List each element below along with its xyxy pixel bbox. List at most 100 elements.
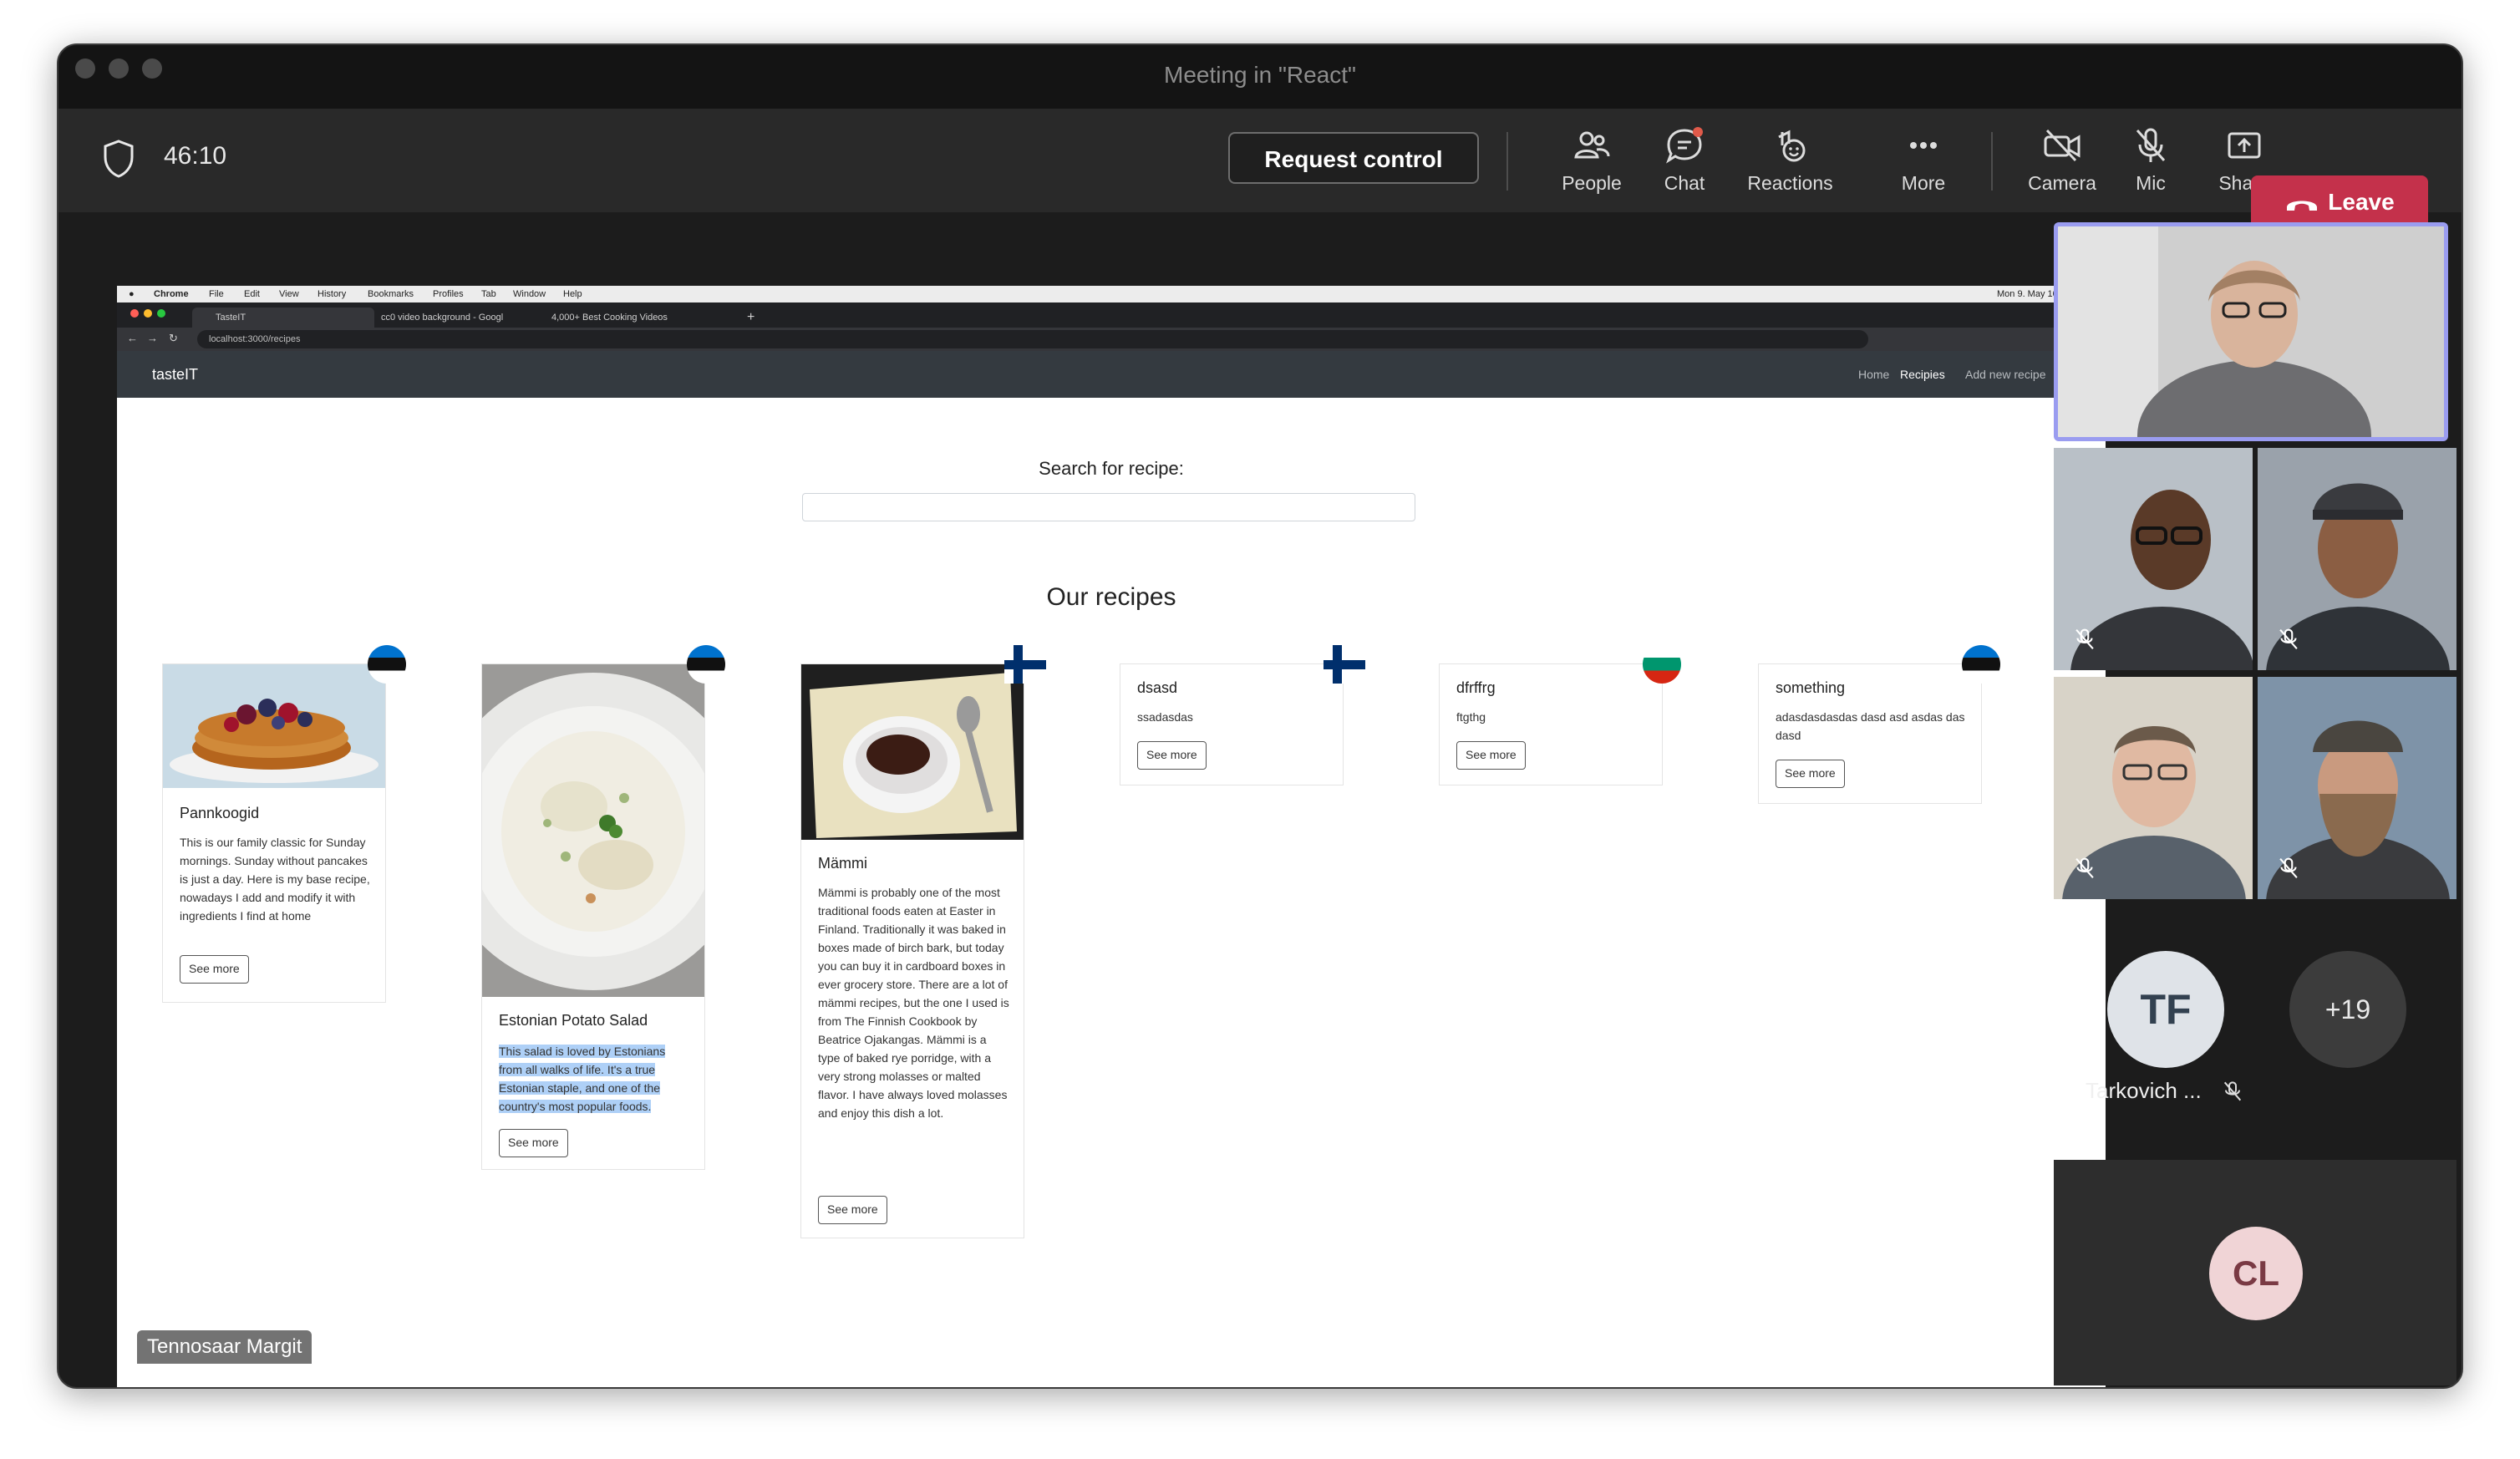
- see-more-button[interactable]: See more: [1776, 760, 1845, 788]
- recipe-description: ssadasdas: [1137, 710, 1193, 724]
- recipe-card: Estonian Potato Salad This salad is love…: [481, 663, 705, 1170]
- meeting-timer: 46:10: [164, 142, 227, 170]
- see-more-button[interactable]: See more: [180, 955, 249, 984]
- leave-button[interactable]: Leave: [2251, 175, 2428, 229]
- mic-off-icon: [2279, 628, 2298, 650]
- recipe-card: dsasd ssadasdas See more: [1120, 663, 1344, 785]
- menu-item: Help: [563, 289, 582, 299]
- forward-icon[interactable]: →: [147, 332, 158, 344]
- recipe-image-pancakes: [163, 664, 385, 788]
- see-more-button[interactable]: See more: [499, 1129, 568, 1157]
- see-more-button[interactable]: See more: [1137, 741, 1207, 770]
- recipe-description: Mämmi is probably one of the most tradit…: [818, 886, 1009, 1120]
- more-icon: [1910, 142, 1937, 149]
- section-title: Our recipes: [1046, 583, 1176, 611]
- people-button[interactable]: People: [1542, 125, 1642, 217]
- finland-flag-icon: [1324, 645, 1365, 684]
- estonia-flag-icon: [1962, 645, 2000, 684]
- browser-tab-tasteit[interactable]: TasteIT: [192, 308, 374, 328]
- estonia-flag-icon: [368, 645, 406, 684]
- menu-item: Profiles: [433, 289, 464, 299]
- more-button[interactable]: More: [1873, 125, 1974, 217]
- nav-home[interactable]: Home: [1858, 368, 1889, 381]
- menu-item: History: [318, 289, 347, 299]
- participant-tile[interactable]: CL: [2054, 1160, 2456, 1385]
- recipe-card: something adasdasdasdas dasd asd asdas d…: [1758, 663, 1982, 804]
- active-speaker-video[interactable]: [2054, 222, 2448, 441]
- toolbar-divider: [1506, 132, 1508, 191]
- recipe-title: dfrffrg: [1456, 679, 1496, 696]
- see-more-button[interactable]: See more: [1456, 741, 1526, 770]
- apple-icon: ●: [129, 289, 135, 299]
- url-field[interactable]: localhost:3000/recipes: [197, 330, 1868, 348]
- selected-text: This salad is loved by Estonians from al…: [499, 1045, 666, 1113]
- browser-tab-google[interactable]: cc0 video background - Googl: [381, 308, 531, 328]
- back-icon[interactable]: ←: [127, 332, 138, 344]
- reload-icon[interactable]: ↻: [169, 332, 178, 345]
- recipe-description: This salad is loved by Estonians from al…: [499, 1042, 691, 1116]
- mac-menu-bar: ● Chrome File Edit View History Bookmark…: [117, 286, 2106, 302]
- recipe-card: Mämmi Mämmi is probably one of the most …: [800, 663, 1024, 1238]
- window-titlebar: Meeting in "React": [58, 45, 2462, 109]
- more-participants-button[interactable]: +19: [2289, 951, 2406, 1068]
- avatar[interactable]: TF: [2107, 951, 2224, 1068]
- mic-button[interactable]: Mic: [2101, 125, 2201, 217]
- recipe-image-potato-salad: [482, 664, 704, 997]
- participant-video-tile[interactable]: [2258, 677, 2456, 899]
- chat-icon: [1666, 127, 1703, 164]
- leave-label: Leave: [2328, 189, 2395, 215]
- participant-video-tile[interactable]: [2054, 448, 2253, 670]
- new-tab-icon[interactable]: +: [747, 308, 754, 328]
- mic-off-icon: [2075, 628, 2094, 650]
- reactions-button[interactable]: Reactions: [1734, 125, 1847, 217]
- request-control-button[interactable]: Request control: [1228, 132, 1479, 184]
- recipe-title: dsasd: [1137, 679, 1178, 696]
- participant-video-tile[interactable]: [2054, 677, 2253, 899]
- toolbar-divider: [1991, 132, 1993, 191]
- browser-zoom-dot: [157, 309, 165, 318]
- browser-tab-strip: TasteIT cc0 video background - Googl 4,0…: [117, 302, 2106, 328]
- bulgaria-flag-icon: [1643, 645, 1681, 684]
- recipe-title: Estonian Potato Salad: [499, 1012, 648, 1029]
- browser-minimize-dot: [144, 309, 152, 318]
- menu-item: Window: [513, 289, 546, 299]
- more-label: More: [1901, 172, 1946, 194]
- recipe-description: adasdasdasdas dasd asd asdas das dasd: [1776, 710, 1965, 742]
- nav-recipies[interactable]: Recipies: [1900, 368, 1945, 381]
- menu-item: Edit: [244, 289, 260, 299]
- recipe-card: Pannkoogid This is our family classic fo…: [162, 663, 386, 1003]
- app-navbar: tasteIT Home Recipies Add new recipe: [117, 351, 2106, 398]
- recipe-search-input[interactable]: [802, 493, 1415, 521]
- recipe-image-mammi: [801, 664, 1024, 840]
- reactions-label: Reactions: [1747, 172, 1833, 194]
- shared-screen: ● Chrome File Edit View History Bookmark…: [117, 286, 2106, 1387]
- window-title: Meeting in "React": [1164, 62, 1356, 88]
- recipe-description: ftgthg: [1456, 710, 1486, 724]
- finland-flag-icon: [1004, 645, 1046, 684]
- see-more-button[interactable]: See more: [818, 1196, 887, 1224]
- people-label: People: [1562, 172, 1622, 194]
- chat-button[interactable]: Chat: [1634, 125, 1735, 217]
- recipe-description: This is our family classic for Sunday mo…: [180, 836, 370, 923]
- shield-icon[interactable]: [102, 139, 135, 179]
- recipe-title: something: [1776, 679, 1846, 696]
- participant-video-tile[interactable]: [2258, 448, 2456, 670]
- mic-off-icon: [2075, 857, 2094, 879]
- participant-name: Tarkovich ...: [2086, 1078, 2202, 1103]
- app-brand[interactable]: tasteIT: [152, 366, 198, 384]
- participant-video: [2058, 226, 2444, 437]
- recipe-card: dfrffrg ftgthg See more: [1439, 663, 1663, 785]
- hang-up-icon: [2287, 201, 2318, 211]
- mic-off-icon: [2279, 857, 2298, 879]
- recipe-title: Pannkoogid: [180, 805, 260, 821]
- browser-address-bar: ← → ↻ localhost:3000/recipes: [117, 328, 2106, 351]
- camera-off-icon: [2044, 129, 2081, 162]
- estonia-flag-icon: [687, 645, 725, 684]
- mic-label: Mic: [2136, 172, 2166, 194]
- menu-item: Tab: [481, 289, 496, 299]
- nav-add-new-recipe[interactable]: Add new recipe: [1965, 368, 2046, 381]
- browser-tab-videos[interactable]: 4,000+ Best Cooking Videos: [551, 308, 710, 328]
- recipe-title: Mämmi: [818, 855, 867, 872]
- reactions-icon: [1777, 130, 1805, 162]
- people-icon: [1574, 131, 1610, 159]
